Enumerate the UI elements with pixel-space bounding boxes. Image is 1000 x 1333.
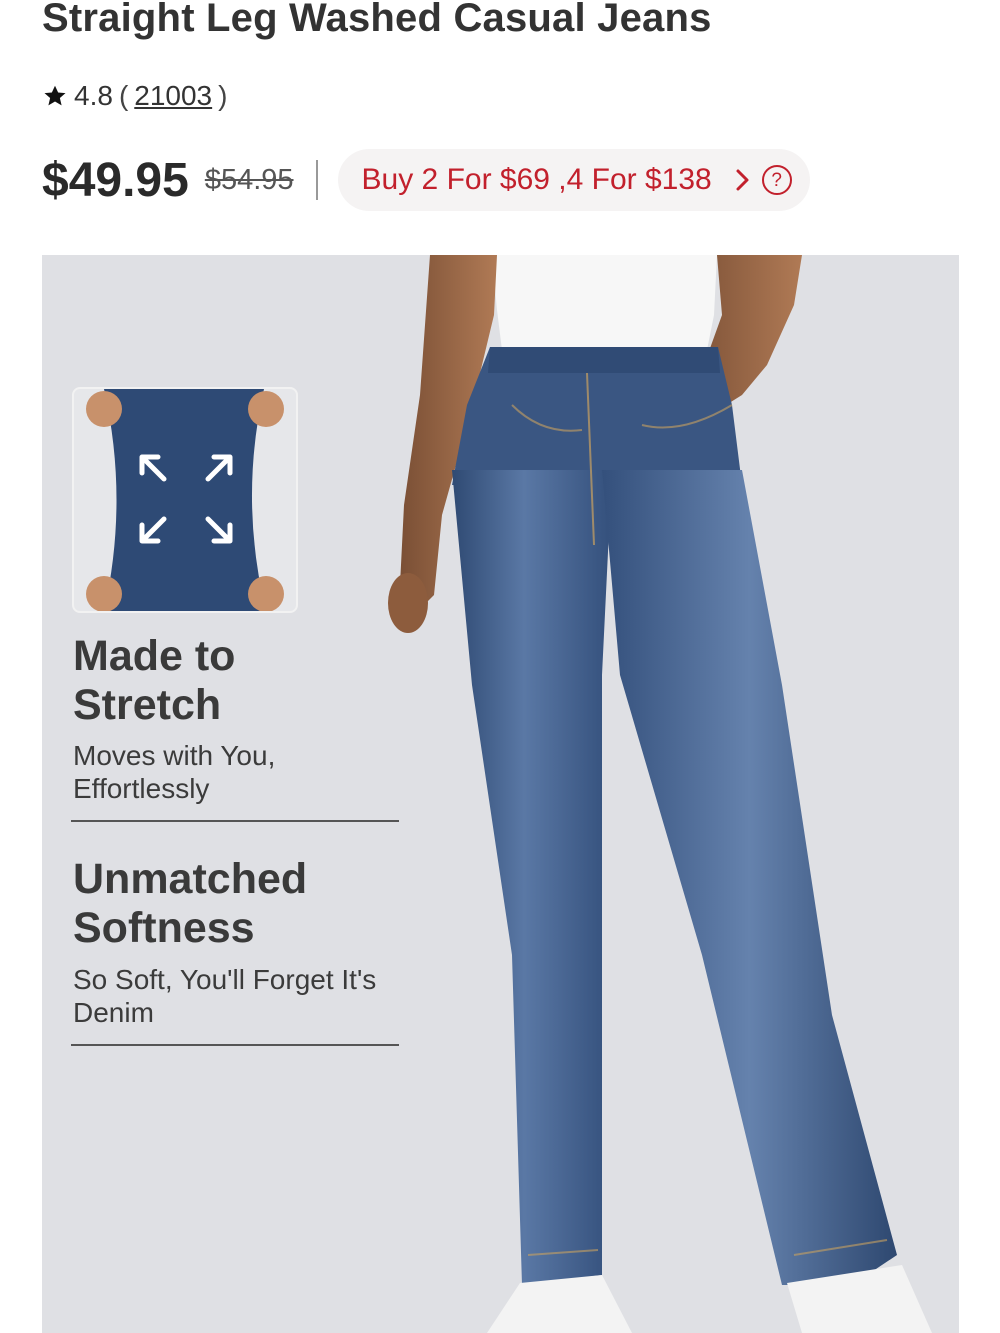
current-price: $49.95 bbox=[42, 153, 189, 207]
feature-stretch-title-line1: Made to bbox=[73, 632, 236, 680]
feature-stretch-desc-line1: Moves with You, bbox=[73, 740, 276, 771]
feature-stretch-title-line2: Stretch bbox=[73, 681, 222, 729]
product-hero-image: Made to Stretch Moves with You, Effortle… bbox=[42, 255, 959, 1333]
feature-softness-description: So Soft, You'll Forget It's Denim bbox=[73, 963, 376, 1029]
rating-close-paren: ) bbox=[218, 80, 228, 111]
rating-score: 4.8 bbox=[74, 80, 113, 111]
rating-row: 4.8 ( 21003 ) bbox=[42, 76, 227, 116]
feature-stretch-desc-line2: Effortlessly bbox=[73, 773, 210, 804]
help-circle-icon[interactable]: ? bbox=[761, 165, 792, 195]
feature-softness-title-line2: Softness bbox=[73, 904, 255, 952]
feature-divider bbox=[71, 1044, 399, 1046]
chevron-right-icon bbox=[736, 169, 749, 191]
rating-open-paren: ( bbox=[118, 80, 129, 111]
stretch-fabric-illustration bbox=[86, 389, 284, 611]
feature-softness-title-line1: Unmatched bbox=[73, 855, 308, 903]
original-price: $54.95 bbox=[204, 163, 294, 196]
price-row: $49.95 $54.95 Buy 2 For $69 ,4 For $138 … bbox=[42, 148, 810, 212]
promo-label: Buy 2 For $69 ,4 For $138 bbox=[361, 163, 712, 196]
feature-softness-desc-line2: Denim bbox=[73, 997, 154, 1028]
price-divider bbox=[315, 160, 318, 200]
feature-stretch-title: Made to Stretch bbox=[73, 632, 235, 730]
stretch-detail-thumbnail bbox=[72, 387, 298, 613]
star-icon bbox=[44, 85, 66, 106]
feature-stretch-description: Moves with You, Effortlessly bbox=[73, 739, 275, 805]
feature-softness-desc-line1: So Soft, You'll Forget It's bbox=[73, 964, 377, 995]
feature-divider bbox=[71, 820, 399, 822]
product-title: Straight Leg Washed Casual Jeans bbox=[42, 0, 712, 40]
review-count-link[interactable]: 21003 bbox=[134, 80, 212, 112]
promo-bundle-button[interactable]: Buy 2 For $69 ,4 For $138 ? bbox=[337, 149, 810, 211]
feature-softness-title: Unmatched Softness bbox=[73, 855, 307, 953]
